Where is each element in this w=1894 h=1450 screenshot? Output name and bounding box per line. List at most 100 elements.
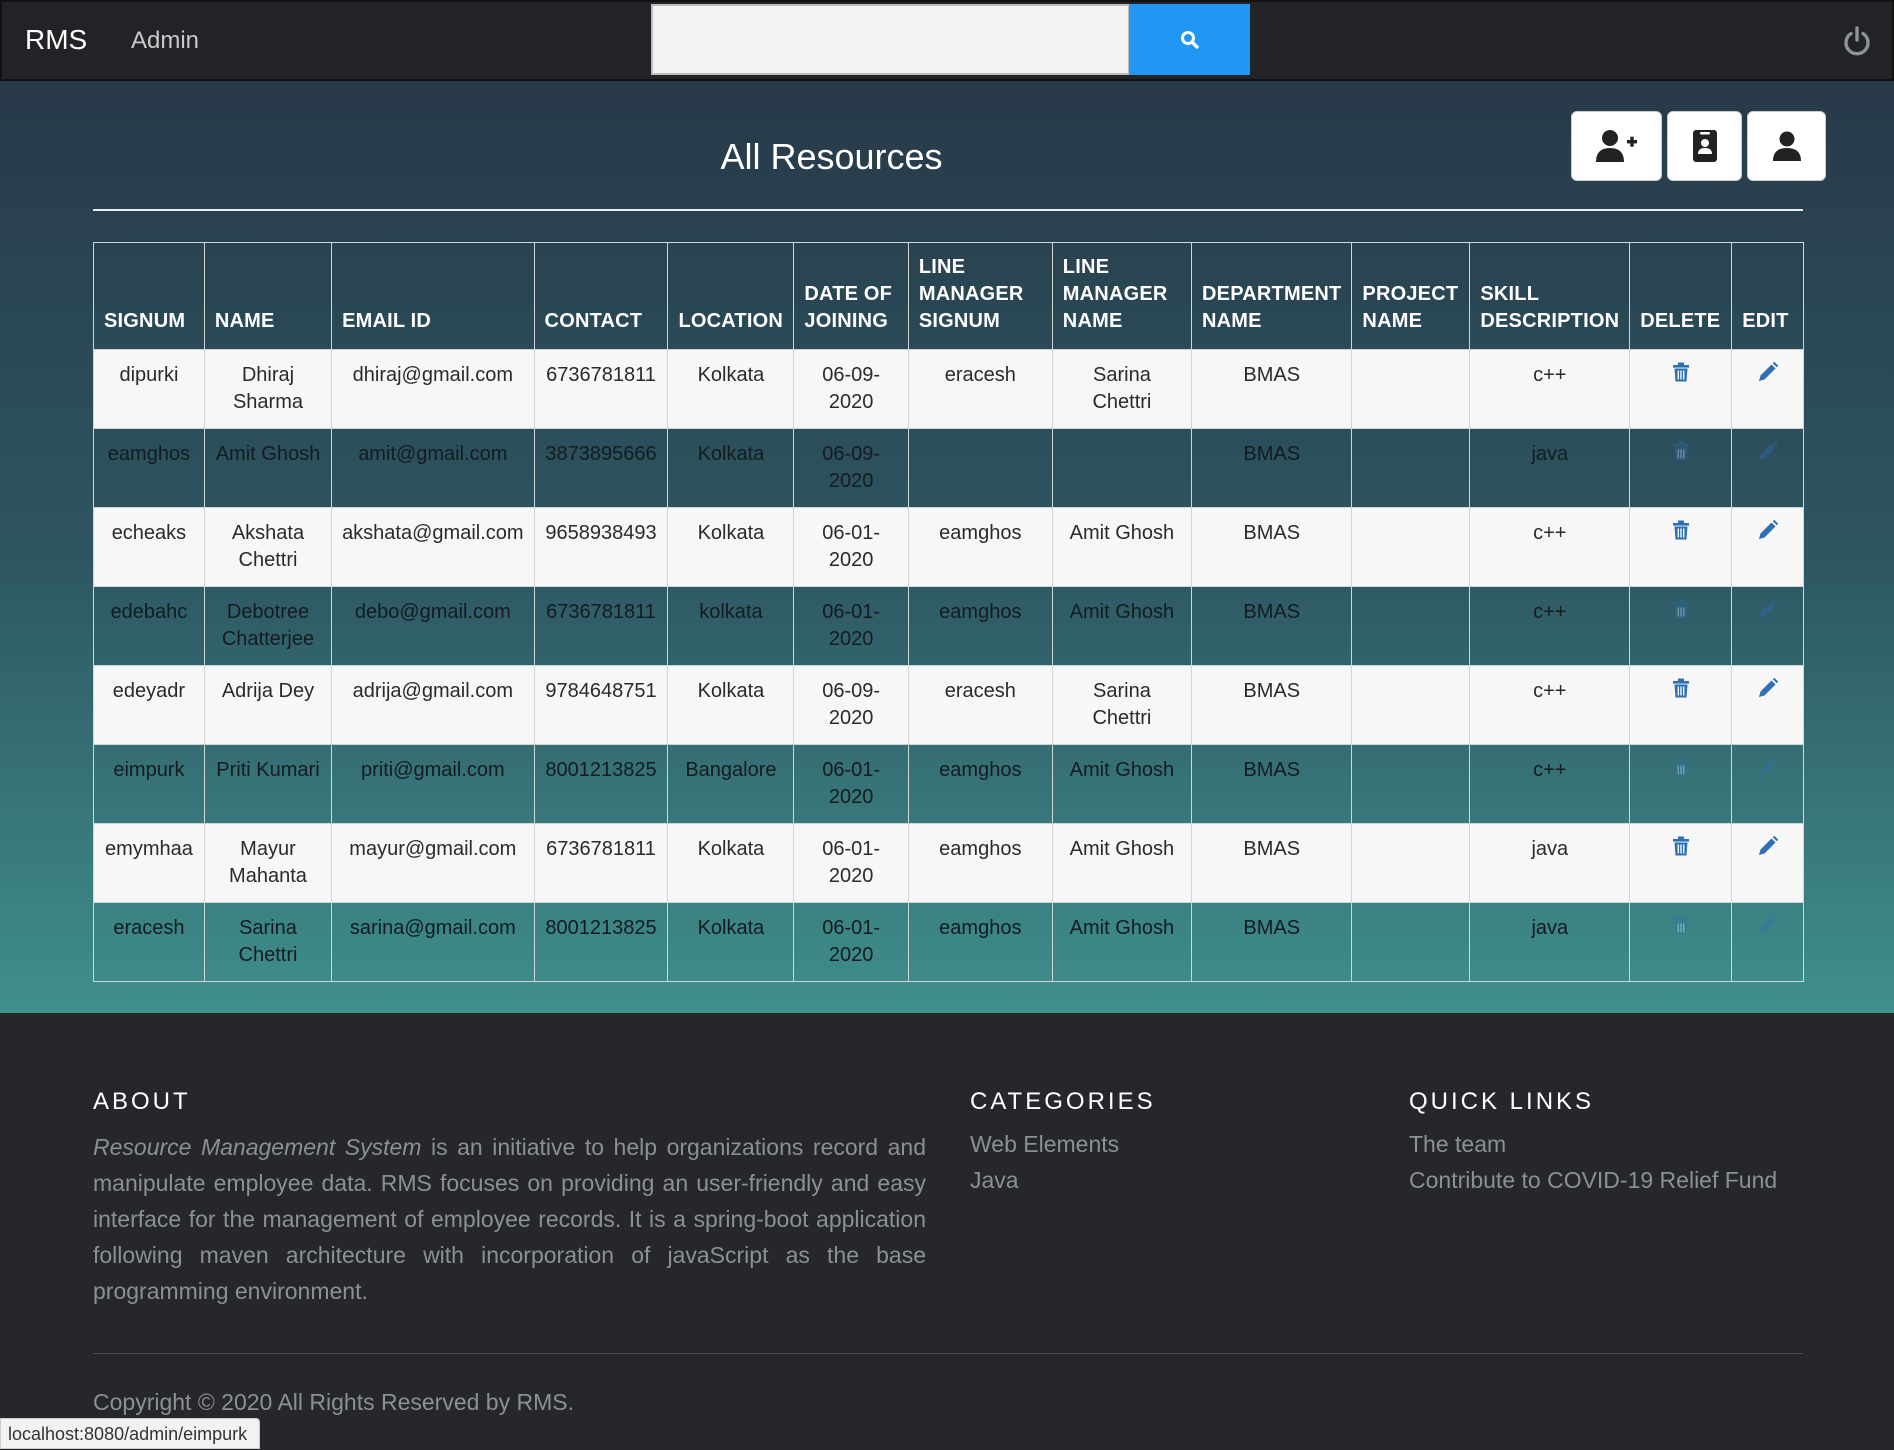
cell-location: Kolkata (667, 507, 795, 587)
edit-button[interactable] (1731, 349, 1804, 429)
cell-date-of-joining: 06-01-2020 (793, 823, 909, 903)
cell-department: BMAS (1191, 586, 1353, 666)
id-badge-button[interactable] (1667, 111, 1742, 181)
user-plus-icon (1595, 130, 1637, 162)
category-link-java[interactable]: Java (970, 1167, 1019, 1194)
power-button[interactable] (1838, 22, 1876, 60)
search-button[interactable] (1129, 4, 1250, 75)
cell-department: BMAS (1191, 349, 1353, 429)
cell-line-manager-signum: eamghos (907, 823, 1053, 903)
power-icon (1844, 26, 1870, 56)
trash-icon (1672, 599, 1689, 619)
cell-project (1351, 823, 1471, 903)
trash-icon (1672, 836, 1689, 856)
id-badge-icon (1692, 130, 1717, 162)
cell-contact: 3873895666 (533, 428, 669, 508)
edit-button[interactable] (1731, 507, 1804, 587)
header-skill-description: SKILL DESCRIPTION (1469, 242, 1631, 350)
cell-line-manager-name: Sarina Chettri (1051, 349, 1193, 429)
delete-button[interactable] (1629, 665, 1733, 745)
edit-button[interactable] (1731, 823, 1804, 903)
header-line-manager-name: LINE MANAGER NAME (1051, 242, 1193, 350)
delete-button[interactable] (1629, 744, 1733, 824)
quick-links-heading: QUICK LINKS (1409, 1088, 1595, 1115)
pencil-icon (1758, 519, 1778, 539)
category-link-web-elements[interactable]: Web Elements (970, 1131, 1119, 1158)
cell-line-manager-signum: eracesh (907, 349, 1053, 429)
cell-name: Amit Ghosh (203, 428, 333, 508)
trash-icon (1672, 441, 1689, 461)
delete-button[interactable] (1629, 823, 1733, 903)
cell-project (1351, 665, 1471, 745)
cell-date-of-joining: 06-09-2020 (793, 665, 909, 745)
cell-location: kolkata (667, 586, 795, 666)
delete-button[interactable] (1629, 349, 1733, 429)
trash-icon (1672, 915, 1689, 935)
cell-department: BMAS (1191, 665, 1353, 745)
cell-date-of-joining: 06-09-2020 (793, 349, 909, 429)
table-row: emymhaa Mayur Mahanta mayur@gmail.com 67367… (93, 823, 1804, 903)
edit-button[interactable] (1731, 744, 1804, 824)
edit-button[interactable] (1731, 902, 1804, 982)
edit-button[interactable] (1731, 665, 1804, 745)
categories-heading: CATEGORIES (970, 1088, 1156, 1115)
edit-button[interactable] (1731, 428, 1804, 508)
cell-department: BMAS (1191, 507, 1353, 587)
pencil-icon (1758, 835, 1778, 855)
table-header-row: SIGNUM NAME EMAIL ID CONTACT LOCATION DA… (93, 242, 1804, 350)
brand-logo[interactable]: RMS (25, 24, 87, 56)
pencil-icon (1758, 361, 1778, 381)
add-user-button[interactable] (1571, 111, 1662, 181)
header-location: LOCATION (667, 242, 795, 350)
cell-name: Debotree Chatterjee (203, 586, 333, 666)
delete-button[interactable] (1629, 507, 1733, 587)
cell-skill: c++ (1469, 744, 1631, 824)
resources-table: SIGNUM NAME EMAIL ID CONTACT LOCATION DA… (93, 242, 1804, 982)
cell-line-manager-name: Amit Ghosh (1051, 902, 1193, 982)
delete-button[interactable] (1629, 586, 1733, 666)
search-input[interactable] (651, 4, 1130, 75)
header-edit: EDIT (1731, 242, 1804, 350)
cell-name: Akshata Chettri (203, 507, 333, 587)
table-row: eimpurk Priti Kumari priti@gmail.com 800121… (93, 744, 1804, 824)
cell-contact: 8001213825 (533, 902, 669, 982)
cell-email: dhiraj@gmail.com (331, 349, 535, 429)
cell-email: amit@gmail.com (331, 428, 535, 508)
header-date-of-joining: DATE OF JOINING (793, 242, 909, 350)
about-heading: ABOUT (93, 1088, 191, 1115)
cell-line-manager-name: Amit Ghosh (1051, 586, 1193, 666)
cell-signum: eimpurk (93, 744, 205, 824)
cell-signum: emymhaa (93, 823, 205, 903)
cell-line-manager-name: Amit Ghosh (1051, 744, 1193, 824)
cell-line-manager-signum: eamghos (907, 507, 1053, 587)
pencil-icon (1758, 756, 1778, 776)
profile-button[interactable] (1747, 111, 1826, 181)
cell-date-of-joining: 06-01-2020 (793, 744, 909, 824)
cell-skill: java (1469, 902, 1631, 982)
nav-admin-link[interactable]: Admin (131, 27, 199, 55)
cell-location: Kolkata (667, 428, 795, 508)
cell-department: BMAS (1191, 744, 1353, 824)
cell-department: BMAS (1191, 823, 1353, 903)
cell-name: Adrija Dey (203, 665, 333, 745)
trash-icon (1672, 757, 1689, 777)
cell-project (1351, 744, 1471, 824)
cell-signum: edebahc (93, 586, 205, 666)
delete-button[interactable] (1629, 902, 1733, 982)
delete-button[interactable] (1629, 428, 1733, 508)
cell-location: Kolkata (667, 823, 795, 903)
header-contact: CONTACT (533, 242, 669, 350)
cell-name: Sarina Chettri (203, 902, 333, 982)
cell-signum: eracesh (93, 902, 205, 982)
copyright-text: Copyright © 2020 All Rights Reserved by … (93, 1389, 574, 1415)
edit-button[interactable] (1731, 586, 1804, 666)
table-row: echeaks Akshata Chettri akshata@gmail.com 9… (93, 507, 1804, 587)
cell-line-manager-signum: eamghos (907, 902, 1053, 982)
quick-link-the-team[interactable]: The team (1409, 1131, 1506, 1158)
trash-icon (1672, 520, 1689, 540)
top-navbar: RMS Admin (0, 0, 1894, 81)
cell-contact: 6736781811 (533, 823, 669, 903)
quick-link-covid-relief[interactable]: Contribute to COVID-19 Relief Fund (1409, 1167, 1777, 1194)
cell-department: BMAS (1191, 428, 1353, 508)
cell-location: Kolkata (667, 665, 795, 745)
